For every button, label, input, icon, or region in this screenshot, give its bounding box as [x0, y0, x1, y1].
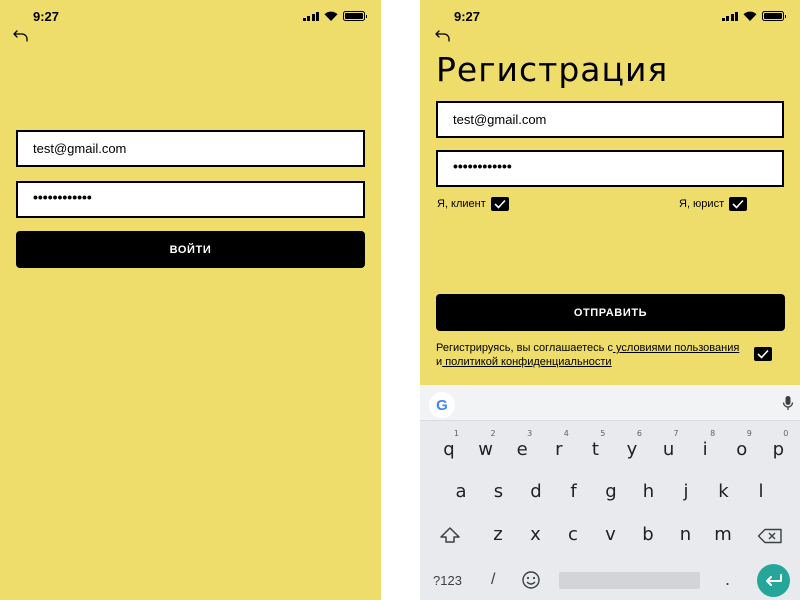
back-arrow-icon[interactable] [435, 29, 451, 43]
status-time: 9:27 [454, 9, 481, 24]
keyboard-suggestion-bar: G [420, 385, 800, 421]
key-v[interactable]: v [594, 520, 628, 550]
key-k[interactable]: k [707, 477, 741, 507]
key-n[interactable]: n [669, 520, 703, 550]
key-q[interactable]: q1 [432, 430, 466, 465]
login-screen: 9:27 test@gmail.com •••••••••••• ВОЙТИ [0, 0, 381, 600]
google-icon[interactable]: G [429, 392, 455, 418]
terms-link[interactable]: условиями пользования [613, 342, 739, 354]
agreement-text: Регистрируясь, вы соглашаетесь с условия… [436, 341, 746, 369]
key-hint: 8 [710, 429, 716, 438]
key-s[interactable]: s [482, 477, 516, 507]
register-screen: 9:27 Регистрация test@gmail.com ••••••••… [420, 0, 800, 600]
keyboard-row-3: zxcvbnm [420, 520, 800, 550]
agreement-checkbox[interactable] [754, 347, 772, 361]
space-key[interactable] [559, 572, 700, 589]
password-value: •••••••••••• [453, 157, 512, 174]
signal-icon [721, 11, 738, 21]
password-value: •••••••••••• [33, 188, 92, 205]
role-client-option[interactable]: Я, клиент [437, 197, 509, 211]
role-lawyer-label: Я, юрист [679, 198, 725, 210]
key-w[interactable]: w2 [469, 430, 503, 465]
email-field[interactable]: test@gmail.com [436, 101, 784, 138]
battery-icon [343, 11, 367, 21]
role-client-checkbox[interactable] [490, 197, 509, 211]
privacy-link[interactable]: политикой конфиденциальности [442, 356, 611, 368]
key-d[interactable]: d [519, 477, 553, 507]
key-f[interactable]: f [557, 477, 591, 507]
email-value: test@gmail.com [453, 112, 547, 127]
email-field[interactable]: test@gmail.com [16, 130, 365, 167]
checkmark-icon [757, 349, 769, 359]
key-r[interactable]: r4 [542, 430, 576, 465]
status-bar: 9:27 [0, 0, 381, 30]
back-arrow-icon[interactable] [13, 29, 29, 43]
key-b[interactable]: b [631, 520, 665, 550]
keyboard-row-1: q1w2e3r4t5y6u7i8o9p0 [420, 430, 800, 465]
status-icons [721, 11, 786, 21]
page-title: Регистрация [436, 50, 669, 89]
role-lawyer-checkbox[interactable] [729, 197, 748, 211]
key-hint: 1 [453, 429, 459, 438]
submit-button[interactable]: ОТПРАВИТЬ [436, 294, 785, 331]
enter-key[interactable] [757, 564, 790, 597]
key-c[interactable]: c [556, 520, 590, 550]
period-key[interactable]: . [725, 569, 730, 590]
role-lawyer-option[interactable]: Я, юрист [679, 197, 748, 211]
emoji-icon[interactable] [521, 570, 541, 590]
key-hint: 6 [636, 429, 642, 438]
key-j[interactable]: j [669, 477, 703, 507]
shift-icon[interactable] [439, 526, 461, 544]
checkmark-icon [494, 199, 506, 209]
key-g[interactable]: g [594, 477, 628, 507]
key-hint: 7 [673, 429, 679, 438]
battery-icon [762, 11, 786, 21]
key-i[interactable]: i8 [688, 430, 722, 465]
key-e[interactable]: e3 [505, 430, 539, 465]
key-hint: 2 [490, 429, 496, 438]
role-client-label: Я, клиент [437, 198, 486, 210]
key-y[interactable]: y6 [615, 430, 649, 465]
key-l[interactable]: l [744, 477, 778, 507]
status-bar: 9:27 [420, 0, 800, 30]
key-p[interactable]: p0 [761, 430, 795, 465]
status-icons [302, 11, 367, 21]
agreement-prefix: Регистрируясь, вы соглашаетесь с [436, 342, 613, 354]
wifi-icon [324, 11, 338, 21]
on-screen-keyboard: G q1w2e3r4t5y6u7i8o9p0 asdfghjkl zxcvbnm… [420, 385, 800, 600]
password-field[interactable]: •••••••••••• [16, 181, 365, 218]
key-u[interactable]: u7 [652, 430, 686, 465]
key-t[interactable]: t5 [578, 430, 612, 465]
key-h[interactable]: h [632, 477, 666, 507]
password-field[interactable]: •••••••••••• [436, 150, 784, 187]
key-hint: 5 [600, 429, 606, 438]
keyboard-row-2: asdfghjkl [420, 477, 800, 507]
status-time: 9:27 [33, 9, 60, 24]
key-hint: 3 [527, 429, 533, 438]
key-hint: 9 [746, 429, 752, 438]
email-value: test@gmail.com [33, 141, 127, 156]
wifi-icon [743, 11, 757, 21]
signal-icon [302, 11, 319, 21]
key-hint: 4 [563, 429, 569, 438]
key-x[interactable]: x [519, 520, 553, 550]
backspace-icon[interactable] [757, 528, 783, 544]
enter-arrow-icon [765, 573, 782, 586]
symbols-key[interactable]: ?123 [433, 573, 462, 588]
key-z[interactable]: z [481, 520, 515, 550]
key-a[interactable]: a [444, 477, 478, 507]
microphone-icon[interactable] [782, 395, 794, 411]
login-button[interactable]: ВОЙТИ [16, 231, 365, 268]
checkmark-icon [732, 199, 744, 209]
slash-key[interactable]: / [491, 571, 495, 589]
key-hint: 0 [783, 429, 789, 438]
key-m[interactable]: m [706, 520, 740, 550]
key-o[interactable]: o9 [725, 430, 759, 465]
